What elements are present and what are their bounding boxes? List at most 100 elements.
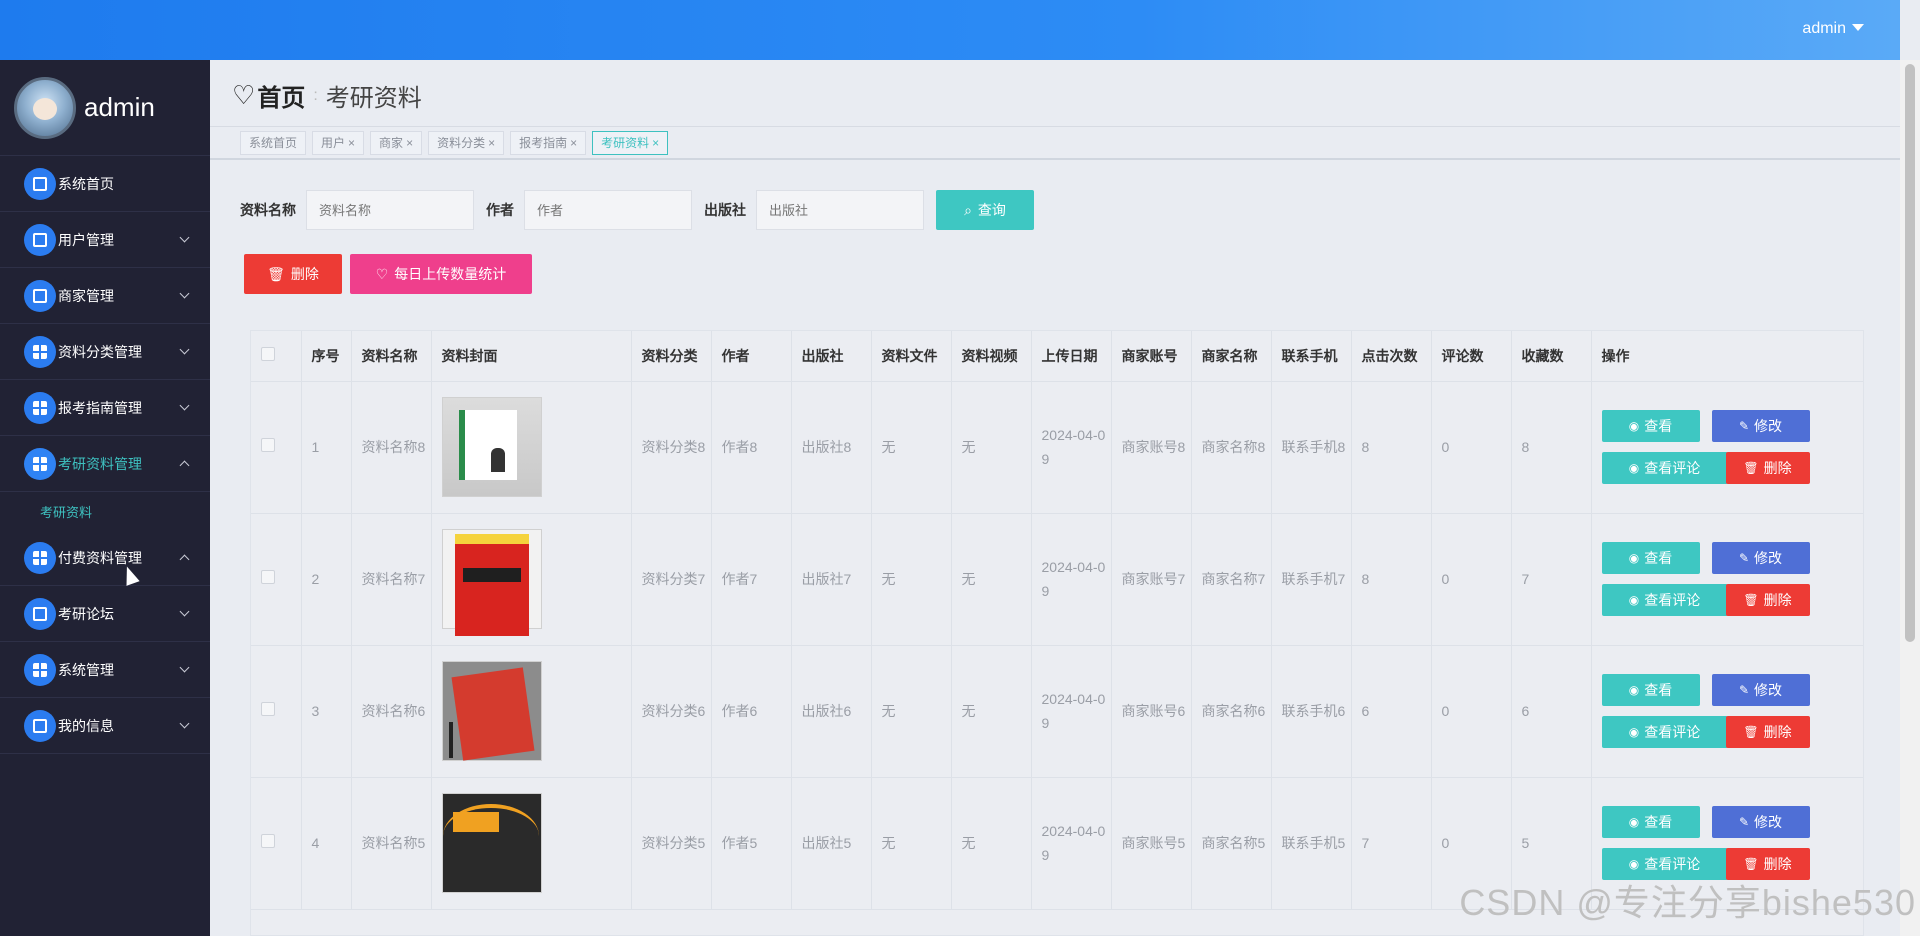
column-header: 资料文件 bbox=[871, 331, 952, 382]
column-header: 资料分类 bbox=[631, 331, 712, 382]
cell-favorites: 7 bbox=[1511, 513, 1592, 646]
breadcrumb: ♡ 首页 : 考研资料 bbox=[232, 78, 422, 113]
tab-home[interactable]: 系统首页 bbox=[240, 130, 307, 155]
column-header: 上传日期 bbox=[1031, 331, 1112, 382]
search-bar: 资料名称 作者 出版社 ⌕查询 bbox=[240, 190, 1034, 230]
tab-users[interactable]: 用户 × bbox=[312, 130, 365, 155]
view-button[interactable]: ◉ 查看 bbox=[1601, 410, 1700, 442]
edit-button[interactable]: ✎ 修改 bbox=[1711, 806, 1810, 838]
chevron-down-icon bbox=[179, 662, 190, 673]
cell-comments: 0 bbox=[1431, 513, 1512, 646]
view-button[interactable]: ◉ 查看 bbox=[1601, 542, 1700, 574]
tab-guides[interactable]: 报考指南 × bbox=[510, 130, 587, 155]
user-menu[interactable]: admin bbox=[1802, 20, 1864, 38]
close-icon[interactable]: × bbox=[652, 136, 659, 150]
tab-categories[interactable]: 资料分类 × bbox=[428, 130, 505, 155]
select-all[interactable] bbox=[251, 331, 302, 382]
cell-no: 1 bbox=[301, 381, 352, 514]
heart-icon: ♡ bbox=[375, 265, 389, 282]
close-icon[interactable]: × bbox=[348, 136, 355, 150]
author-search-input[interactable] bbox=[524, 190, 692, 230]
edit-button[interactable]: ✎ 修改 bbox=[1711, 674, 1810, 706]
cover-image[interactable] bbox=[441, 661, 542, 761]
row-checkbox[interactable] bbox=[261, 702, 275, 716]
cover-image[interactable] bbox=[441, 397, 542, 497]
delete-button[interactable]: 🗑 删除 bbox=[1725, 584, 1810, 616]
select-all-checkbox[interactable] bbox=[261, 347, 275, 362]
sidebar-item-system[interactable]: 系统管理 bbox=[0, 642, 210, 698]
breadcrumb-home[interactable]: 首页 bbox=[257, 78, 305, 113]
sidebar-item-my-info[interactable]: 我的信息 bbox=[0, 698, 210, 754]
eye-icon: ◉ bbox=[1628, 461, 1640, 475]
name-search-input[interactable] bbox=[306, 190, 474, 230]
chevron-down-icon bbox=[179, 288, 190, 299]
cell-file: 无 bbox=[871, 777, 952, 910]
cell-phone: 联系手机6 bbox=[1271, 645, 1352, 778]
view-comments-button[interactable]: ◉ 查看评论 bbox=[1601, 452, 1728, 484]
edit-button[interactable]: ✎ 修改 bbox=[1711, 542, 1810, 574]
close-icon[interactable]: × bbox=[570, 136, 577, 150]
sidebar-item-paid-materials[interactable]: 付费资料管理 bbox=[0, 530, 210, 586]
sidebar-item-label: 资料分类管理 bbox=[58, 343, 142, 360]
cell-merchant: 商家名称8 bbox=[1191, 381, 1272, 514]
pencil-icon: ✎ bbox=[1738, 683, 1750, 697]
grid-icon bbox=[24, 541, 56, 574]
cell-phone: 联系手机8 bbox=[1271, 381, 1352, 514]
sidebar-item-merchants[interactable]: 商家管理 bbox=[0, 268, 210, 324]
cell-video: 无 bbox=[951, 777, 1032, 910]
cell-publisher: 出版社6 bbox=[791, 645, 872, 778]
row-checkbox[interactable] bbox=[261, 570, 275, 584]
cell-cover bbox=[431, 645, 632, 778]
column-header: 操作 bbox=[1591, 331, 1863, 382]
tab-materials[interactable]: 考研资料 × bbox=[592, 130, 669, 155]
page-scrollbar[interactable] bbox=[1900, 60, 1920, 936]
batch-delete-button[interactable]: 🗑 删除 bbox=[244, 254, 342, 294]
cell-merchant: 商家名称5 bbox=[1191, 777, 1272, 910]
daily-upload-stat-button[interactable]: ♡ 每日上传数量统计 bbox=[350, 254, 532, 294]
cover-image[interactable] bbox=[441, 793, 542, 893]
column-header: 评论数 bbox=[1431, 331, 1512, 382]
edit-button[interactable]: ✎ 修改 bbox=[1711, 410, 1810, 442]
delete-button[interactable]: 🗑 删除 bbox=[1725, 452, 1810, 484]
chevron-up-icon bbox=[179, 460, 190, 471]
view-comments-button[interactable]: ◉ 查看评论 bbox=[1601, 716, 1728, 748]
sidebar-item-forum[interactable]: 考研论坛 bbox=[0, 586, 210, 642]
tab-merchants[interactable]: 商家 × bbox=[370, 130, 423, 155]
cell-file: 无 bbox=[871, 381, 952, 514]
close-icon[interactable]: × bbox=[406, 136, 413, 150]
action-bar: 🗑 删除 ♡ 每日上传数量统计 bbox=[244, 254, 532, 294]
pencil-icon: ✎ bbox=[1738, 419, 1750, 433]
publisher-search-input[interactable] bbox=[756, 190, 924, 230]
row-checkbox[interactable] bbox=[261, 834, 275, 848]
sidebar-item-users[interactable]: 用户管理 bbox=[0, 212, 210, 268]
sidebar-item-materials[interactable]: 考研资料管理 bbox=[0, 436, 210, 492]
trash-icon: 🗑 bbox=[1743, 461, 1759, 475]
view-button[interactable]: ◉ 查看 bbox=[1601, 674, 1700, 706]
sidebar-item-label: 系统管理 bbox=[58, 661, 114, 678]
view-comments-button[interactable]: ◉ 查看评论 bbox=[1601, 584, 1728, 616]
cell-clicks: 8 bbox=[1351, 381, 1432, 514]
cell-video: 无 bbox=[951, 513, 1032, 646]
query-button[interactable]: ⌕ 查询 bbox=[936, 190, 1034, 230]
cell-author: 作者8 bbox=[711, 381, 792, 514]
view-button[interactable]: ◉ 查看 bbox=[1601, 806, 1700, 838]
cover-image[interactable] bbox=[441, 529, 542, 636]
search-icon: ⌕ bbox=[964, 201, 972, 218]
cell-publisher: 出版社7 bbox=[791, 513, 872, 646]
close-icon[interactable]: × bbox=[488, 136, 495, 150]
user-name: admin bbox=[1802, 20, 1846, 37]
row-checkbox[interactable] bbox=[261, 438, 275, 452]
cell-author: 作者6 bbox=[711, 645, 792, 778]
sidebar-item-home[interactable]: 系统首页 bbox=[0, 156, 210, 212]
delete-button[interactable]: 🗑 删除 bbox=[1725, 716, 1810, 748]
sidebar-item-categories[interactable]: 资料分类管理 bbox=[0, 324, 210, 380]
scrollbar-thumb[interactable] bbox=[1905, 64, 1915, 642]
sidebar-item-guides[interactable]: 报考指南管理 bbox=[0, 380, 210, 436]
submenu-item-materials[interactable]: 考研资料 bbox=[0, 492, 210, 530]
trash-icon: 🗑 bbox=[1743, 725, 1759, 739]
cell-cover bbox=[431, 381, 632, 514]
cell-ops: ◉ 查看 ✎ 修改 ◉ 查看评论 🗑 删除 bbox=[1591, 381, 1863, 514]
cell-clicks: 8 bbox=[1351, 513, 1432, 646]
cell-cover bbox=[431, 777, 632, 910]
column-header: 资料视频 bbox=[951, 331, 1032, 382]
